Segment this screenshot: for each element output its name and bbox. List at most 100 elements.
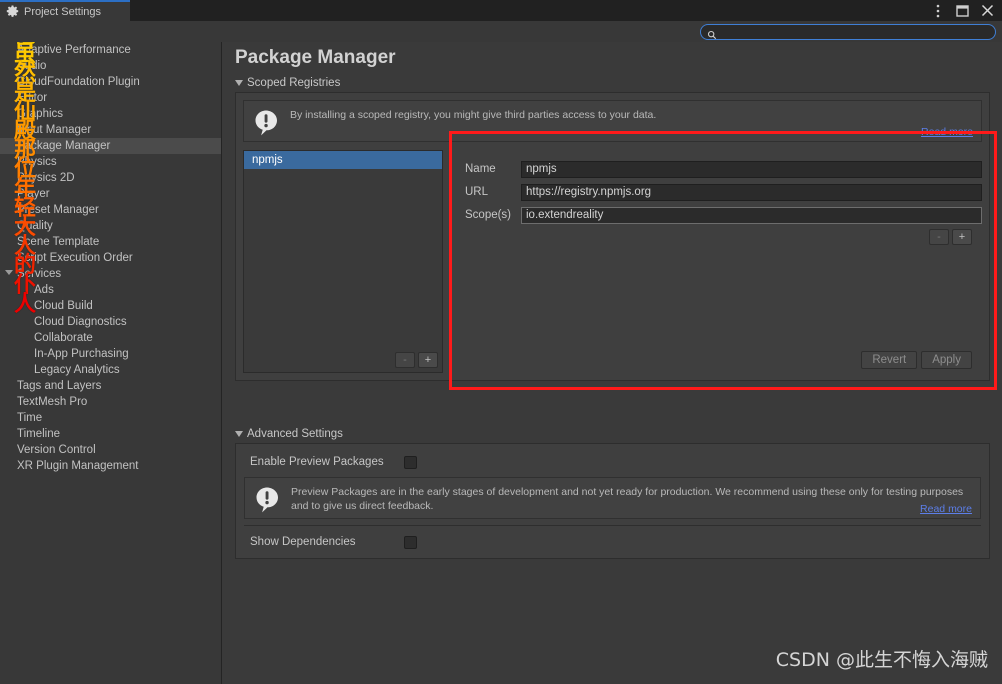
registry-url-input[interactable] — [521, 183, 982, 201]
revert-apply-buttons: Revert Apply — [861, 351, 972, 369]
add-scope-button[interactable]: + — [952, 229, 972, 245]
revert-button[interactable]: Revert — [861, 351, 918, 369]
read-more-link[interactable]: Read more — [920, 503, 972, 515]
sidebar-item-label: Audio — [17, 60, 47, 72]
enable-preview-packages-row: Enable Preview Packages — [244, 452, 981, 472]
sidebar-item-in-app-purchasing[interactable]: In-App Purchasing — [0, 346, 221, 362]
remove-registry-button[interactable]: - — [395, 352, 415, 368]
sidebar-item-player[interactable]: Player — [0, 186, 221, 202]
sidebar-list: Adaptive Performance Audio CloudFoundation… — [0, 42, 221, 474]
show-dependencies-row: Show Dependencies — [244, 532, 981, 552]
sidebar-item-version-control[interactable]: Version Control — [0, 442, 221, 458]
gear-icon — [6, 5, 19, 18]
sidebar-item-label: Player — [17, 188, 50, 200]
sidebar-item-label: Collaborate — [34, 332, 93, 344]
scoped-registries-body: By installing a scoped registry, you mig… — [235, 92, 990, 381]
sidebar-item-package-manager[interactable]: Package Manager — [0, 138, 221, 154]
scoped-registries-helpbox: By installing a scoped registry, you mig… — [243, 100, 982, 142]
scoped-registries-label: Scoped Registries — [247, 77, 341, 89]
sidebar-item-label: Services — [17, 268, 62, 280]
sidebar-item-ads[interactable]: Ads — [0, 282, 221, 298]
advanced-settings-body: Enable Preview Packages Preview Packages… — [235, 443, 990, 559]
show-dependencies-label: Show Dependencies — [250, 536, 356, 548]
advanced-settings-label: Advanced Settings — [247, 428, 343, 440]
window-tab-bar: Project Settings — [0, 0, 1002, 21]
sidebar-item-label: Package Manager — [17, 140, 111, 152]
sidebar-item-graphics[interactable]: Graphics — [0, 106, 221, 122]
registry-scopes-label: Scope(s) — [465, 209, 512, 221]
sidebar-item-label: Quality — [17, 220, 53, 232]
sidebar-item-label: Cloud Build — [34, 300, 93, 312]
sidebar-item-physics-2d[interactable]: Physics 2D — [0, 170, 221, 186]
scope-buttons: - + — [451, 229, 982, 245]
window-controls — [931, 0, 998, 21]
registry-url-label: URL — [465, 186, 489, 198]
sidebar-item-cloud-build[interactable]: Cloud Build — [0, 298, 221, 314]
remove-scope-button[interactable]: - — [929, 229, 949, 245]
sidebar-item-cloud-diagnostics[interactable]: Cloud Diagnostics — [0, 314, 221, 330]
sidebar-item-timeline[interactable]: Timeline — [0, 426, 221, 442]
sidebar-item-preset-manager[interactable]: Preset Manager — [0, 202, 221, 218]
sidebar-item-physics[interactable]: Physics — [0, 154, 221, 170]
chevron-down-icon — [235, 431, 243, 437]
sidebar-item-adaptive-performance[interactable]: Adaptive Performance — [0, 42, 221, 58]
sidebar-item-cloudfoundation-plugin[interactable]: CloudFoundation Plugin — [0, 74, 221, 90]
sidebar-item-label: Time — [17, 412, 43, 424]
sidebar-item-tags-and-layers[interactable]: Tags and Layers — [0, 378, 221, 394]
registry-name-label: Name — [465, 163, 496, 175]
apply-button[interactable]: Apply — [921, 351, 972, 369]
project-settings-window: Project Settings Adaptive Performance Au… — [0, 0, 1002, 684]
sidebar-item-legacy-analytics[interactable]: Legacy Analytics — [0, 362, 221, 378]
more-options-icon[interactable] — [931, 4, 944, 17]
sidebar-item-label: Adaptive Performance — [17, 44, 131, 56]
sidebar-item-label: Script Execution Order — [17, 252, 133, 264]
sidebar-item-label: Scene Template — [17, 236, 100, 248]
sidebar-item-input-manager[interactable]: Input Manager — [0, 122, 221, 138]
show-dependencies-checkbox[interactable] — [404, 535, 417, 549]
sidebar-item-xr-plugin-management[interactable]: XR Plugin Management — [0, 458, 221, 474]
search-box[interactable] — [700, 24, 996, 40]
page-title: Package Manager — [235, 47, 396, 68]
read-more-link[interactable]: Read more — [921, 126, 973, 138]
search-bar-row — [0, 21, 1002, 42]
scoped-registries-foldout[interactable]: Scoped Registries — [235, 77, 990, 89]
scoped-registries-help-text: By installing a scoped registry, you mig… — [290, 109, 657, 121]
sidebar-item-label: Version Control — [17, 444, 96, 456]
settings-sidebar[interactable]: Adaptive Performance Audio CloudFoundation… — [0, 42, 222, 684]
registry-editor: npmjs - + Name URL — [243, 150, 982, 373]
registry-scopes-input[interactable] — [521, 206, 982, 224]
sidebar-item-services[interactable]: Services — [0, 266, 221, 282]
sidebar-item-quality[interactable]: Quality — [0, 218, 221, 234]
sidebar-item-label: In-App Purchasing — [34, 348, 129, 360]
sidebar-item-label: Cloud Diagnostics — [34, 316, 127, 328]
sidebar-item-textmesh-pro[interactable]: TextMesh Pro — [0, 394, 221, 410]
sidebar-item-time[interactable]: Time — [0, 410, 221, 426]
search-input[interactable] — [721, 25, 989, 39]
sidebar-item-label: Editor — [17, 92, 48, 104]
enable-preview-packages-checkbox[interactable] — [404, 455, 417, 469]
registry-name-row: Name — [451, 159, 982, 179]
sidebar-item-collaborate[interactable]: Collaborate — [0, 330, 221, 346]
sidebar-item-script-execution-order[interactable]: Script Execution Order — [0, 250, 221, 266]
registry-name-input[interactable] — [521, 160, 982, 178]
page-watermark: CSDN @此生不悔入海贼 — [775, 649, 988, 671]
preview-packages-helpbox: Preview Packages are in the early stages… — [244, 477, 981, 519]
sidebar-item-audio[interactable]: Audio — [0, 58, 221, 74]
registry-list[interactable]: npmjs - + — [243, 150, 443, 373]
chevron-down-icon[interactable] — [5, 270, 13, 275]
list-item[interactable]: npmjs — [244, 151, 442, 169]
sidebar-item-label: Physics 2D — [17, 172, 75, 184]
sidebar-item-label: Physics — [17, 156, 57, 168]
maximize-icon[interactable] — [956, 4, 969, 17]
scoped-registries-section: Scoped Registries By installing a scoped… — [235, 77, 990, 381]
close-icon[interactable] — [981, 4, 994, 17]
advanced-settings-foldout[interactable]: Advanced Settings — [235, 428, 990, 440]
tab-project-settings[interactable]: Project Settings — [0, 0, 130, 21]
add-registry-button[interactable]: + — [418, 352, 438, 368]
advanced-settings-section: Advanced Settings Enable Preview Package… — [235, 428, 990, 559]
sidebar-item-scene-template[interactable]: Scene Template — [0, 234, 221, 250]
sidebar-item-label: XR Plugin Management — [17, 460, 139, 472]
sidebar-item-editor[interactable]: Editor — [0, 90, 221, 106]
sidebar-item-label: Graphics — [17, 108, 64, 120]
enable-preview-packages-label: Enable Preview Packages — [250, 456, 384, 468]
